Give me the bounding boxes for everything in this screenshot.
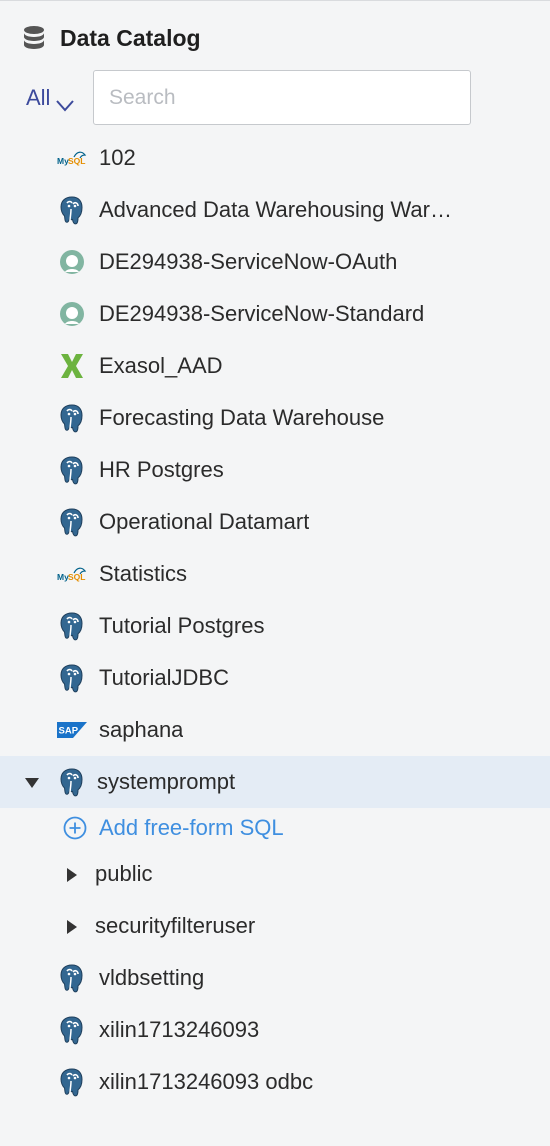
scope-dropdown[interactable]: All bbox=[26, 84, 93, 112]
catalog-item-label: TutorialJDBC bbox=[99, 665, 229, 690]
sap-icon: SAP bbox=[57, 715, 87, 745]
postgres-icon bbox=[57, 963, 87, 993]
servicenow-icon bbox=[57, 247, 87, 277]
svg-text:SQL: SQL bbox=[68, 572, 85, 582]
postgres-icon bbox=[57, 195, 87, 225]
catalog-item-label: Exasol_AAD bbox=[99, 353, 223, 378]
schema-item[interactable]: public bbox=[0, 848, 550, 900]
catalog-item-label: Tutorial Postgres bbox=[99, 613, 265, 638]
catalog-item-label: vldbsetting bbox=[99, 965, 205, 990]
servicenow-icon bbox=[57, 299, 87, 329]
catalog-item[interactable]: SAP saphana bbox=[0, 704, 550, 756]
catalog-item[interactable]: My SQL 102 bbox=[0, 132, 550, 184]
panel-title: Data Catalog bbox=[60, 24, 201, 51]
postgres-icon bbox=[57, 1067, 87, 1097]
catalog-item-label: Statistics bbox=[99, 561, 188, 586]
catalog-item[interactable]: Forecasting Data Warehouse bbox=[0, 392, 550, 444]
mysql-icon: My SQL bbox=[57, 559, 87, 589]
database-icon bbox=[22, 25, 46, 51]
scope-label: All bbox=[26, 84, 51, 110]
catalog-item-label: Forecasting Data Warehouse bbox=[99, 405, 385, 430]
plus-circle-icon bbox=[63, 816, 87, 840]
add-sql-label: Add free-form SQL bbox=[99, 815, 284, 840]
caret-right-icon[interactable] bbox=[66, 868, 80, 882]
chevron-down-icon bbox=[56, 92, 75, 112]
catalog-list: My SQL 102 Advanced Data Warehousing War… DE… bbox=[0, 132, 550, 1108]
schema-item[interactable]: securityfilteruser bbox=[0, 900, 550, 952]
catalog-item-label: systemprompt bbox=[97, 769, 236, 794]
schema-label: public bbox=[95, 861, 153, 886]
catalog-item-label: 102 bbox=[99, 145, 136, 170]
add-free-form-sql-link[interactable]: Add free-form SQL bbox=[0, 808, 550, 848]
catalog-item-label: DE294938-ServiceNow-OAuth bbox=[99, 249, 398, 274]
catalog-item-label: DE294938-ServiceNow-Standard bbox=[99, 301, 425, 326]
catalog-item-label: Operational Datamart bbox=[99, 509, 310, 534]
catalog-item[interactable]: xilin1713246093 odbc bbox=[0, 1056, 550, 1108]
postgres-icon bbox=[57, 767, 87, 797]
catalog-item[interactable]: DE294938-ServiceNow-Standard bbox=[0, 288, 550, 340]
catalog-item-label: saphana bbox=[99, 717, 184, 742]
catalog-item[interactable]: xilin1713246093 bbox=[0, 1004, 550, 1056]
catalog-item[interactable]: Tutorial Postgres bbox=[0, 600, 550, 652]
catalog-item[interactable]: HR Postgres bbox=[0, 444, 550, 496]
postgres-icon bbox=[57, 507, 87, 537]
svg-text:SQL: SQL bbox=[68, 156, 85, 166]
catalog-item-label: Advanced Data Warehousing War… bbox=[99, 197, 452, 222]
catalog-item[interactable]: My SQL Statistics bbox=[0, 548, 550, 600]
catalog-item-label: xilin1713246093 bbox=[99, 1017, 260, 1042]
caret-right-icon[interactable] bbox=[66, 920, 80, 934]
postgres-icon bbox=[57, 1015, 87, 1045]
panel-header: Data Catalog bbox=[22, 23, 201, 53]
data-catalog-panel: Data Catalog All MySQL 102 Advanced Data W… bbox=[0, 0, 550, 1146]
postgres-icon bbox=[57, 611, 87, 641]
schema-label: securityfilteruser bbox=[95, 913, 256, 938]
postgres-icon bbox=[57, 455, 87, 485]
postgres-icon bbox=[57, 403, 87, 433]
svg-text:SAP: SAP bbox=[59, 726, 79, 737]
catalog-item[interactable]: vldbsetting bbox=[0, 952, 550, 1004]
catalog-item-label: HR Postgres bbox=[99, 457, 224, 482]
catalog-item[interactable]: Advanced Data Warehousing War… bbox=[0, 184, 550, 236]
mysql-icon: My SQL bbox=[57, 143, 87, 173]
catalog-item[interactable]: Exasol_AAD bbox=[0, 340, 550, 392]
exasol-icon bbox=[57, 351, 87, 381]
postgres-icon bbox=[57, 663, 87, 693]
search-input[interactable] bbox=[93, 70, 471, 125]
filter-row: All bbox=[26, 70, 471, 125]
catalog-item[interactable]: Operational Datamart bbox=[0, 496, 550, 548]
catalog-item[interactable]: TutorialJDBC bbox=[0, 652, 550, 704]
catalog-item[interactable]: DE294938-ServiceNow-OAuth bbox=[0, 236, 550, 288]
catalog-item[interactable]: systemprompt bbox=[0, 756, 550, 808]
caret-down-icon[interactable] bbox=[25, 776, 39, 788]
catalog-item-label: xilin1713246093 odbc bbox=[99, 1069, 314, 1094]
